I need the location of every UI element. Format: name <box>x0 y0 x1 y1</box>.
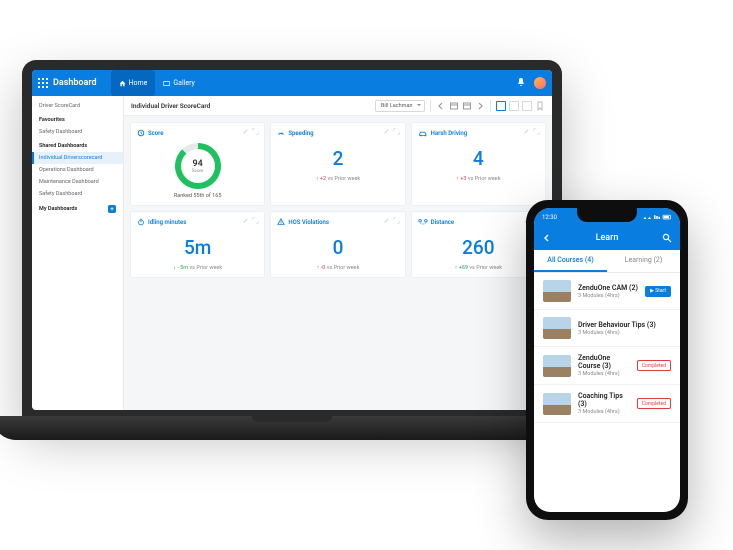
edit-icon[interactable] <box>383 128 390 135</box>
card-score: Score 94Score Ranked 55th of 165 <box>130 122 265 206</box>
course-thumb <box>543 280 571 302</box>
start-badge[interactable]: ▶ Start <box>645 286 671 297</box>
value: 4 <box>418 147 539 170</box>
prev-icon[interactable] <box>436 101 446 111</box>
edit-icon[interactable] <box>523 128 530 135</box>
sidebar-head-favourites[interactable]: Favourites <box>32 112 123 126</box>
expand-card-icon[interactable] <box>393 217 400 224</box>
add-dashboard-icon[interactable]: + <box>108 205 116 213</box>
card-title: Harsh Driving <box>431 130 468 137</box>
delta: ↑ +69 vs Prior week <box>418 265 539 271</box>
sidebar: Driver ScoreCard Favourites Safety Dashb… <box>32 96 124 410</box>
delta: ↑ +2 vs Prior week <box>277 176 398 182</box>
bookmark-icon[interactable] <box>535 101 545 111</box>
tab-home-label: Home <box>129 79 148 87</box>
card-title: Idling minutes <box>148 219 186 226</box>
card-title: Speeding <box>288 130 313 137</box>
phone-time: 12:30 <box>542 214 557 221</box>
delta: ↑ +3 vs Prior week <box>418 176 539 182</box>
sidebar-head-shared[interactable]: Shared Dashboards <box>32 138 123 152</box>
edit-icon[interactable] <box>383 217 390 224</box>
card-title: Distance <box>431 219 455 226</box>
phone-appbar: Learn <box>534 226 680 250</box>
next-icon[interactable] <box>475 101 485 111</box>
sidebar-item-scorecard[interactable]: Driver ScoreCard <box>32 100 123 112</box>
card-title: HOS Violations <box>288 219 329 226</box>
more-icon[interactable] <box>522 101 532 111</box>
breadcrumb-bar: Individual Driver ScoreCard Bill Lachman <box>124 96 552 116</box>
phone-tab-all[interactable]: All Courses (4) <box>534 250 607 272</box>
card-title: Score <box>148 130 164 137</box>
sidebar-item-shared-3[interactable]: Safety Dashboard <box>32 188 123 200</box>
expand-card-icon[interactable] <box>533 128 540 135</box>
driver-select[interactable]: Bill Lachman <box>375 100 425 112</box>
search-icon[interactable] <box>662 233 672 243</box>
laptop-base <box>0 416 592 440</box>
date-icon[interactable] <box>449 101 459 111</box>
phone-status-icons <box>642 214 672 221</box>
phone-tab-learning[interactable]: Learning (2) <box>607 250 680 272</box>
desktop-view-icon[interactable] <box>509 101 519 111</box>
value: 2 <box>277 147 398 170</box>
score-gauge: 94Score <box>175 143 221 189</box>
phone-mockup: 12:30 Learn All Courses (4) Learning (2)… <box>526 200 688 520</box>
list-item[interactable]: Driver Behaviour Tips (3)3 Modules (4hrs… <box>534 310 680 347</box>
sidebar-head-mine[interactable]: My Dashboards+ <box>32 200 123 216</box>
sidebar-item-shared-2[interactable]: Maintenance Dashboard <box>32 176 123 188</box>
card-idling: Idling minutes 5m ↓ - 5m vs Prior week <box>130 211 265 278</box>
value: 0 <box>277 236 398 259</box>
expand-card-icon[interactable] <box>393 128 400 135</box>
course-thumb <box>543 393 571 415</box>
phone-tabs: All Courses (4) Learning (2) <box>534 250 680 273</box>
back-icon[interactable] <box>542 233 552 243</box>
sidebar-item-fav[interactable]: Safety Dashboard <box>32 126 123 138</box>
cards-grid: Score 94Score Ranked 55th of 165 Speedin… <box>124 116 552 410</box>
phone-title: Learn <box>596 233 619 243</box>
bell-icon[interactable] <box>516 77 528 89</box>
card-hos: HOS Violations 0 ↑ -0 vs Prior week <box>270 211 405 278</box>
laptop-mockup: Dashboard Home Gallery Driver ScoreCard … <box>22 60 562 420</box>
list-item[interactable]: ZenduOne CAM (2)3 Modules (4hrs) ▶ Start <box>534 273 680 310</box>
value: 5m <box>137 236 258 259</box>
date2-icon[interactable] <box>462 101 472 111</box>
completed-badge: Completed <box>637 398 671 409</box>
avatar[interactable] <box>534 77 546 89</box>
app-topbar: Dashboard Home Gallery <box>32 70 552 96</box>
score-rank: Ranked 55th of 165 <box>137 193 258 199</box>
expand-card-icon[interactable] <box>252 128 259 135</box>
tab-gallery[interactable]: Gallery <box>155 70 202 96</box>
tab-gallery-label: Gallery <box>173 79 194 87</box>
delta: ↓ - 5m vs Prior week <box>137 265 258 271</box>
phone-list: ZenduOne CAM (2)3 Modules (4hrs) ▶ Start… <box>534 273 680 512</box>
page-title: Individual Driver ScoreCard <box>131 102 210 110</box>
sidebar-item-shared-1[interactable]: Operations Dashboard <box>32 164 123 176</box>
tab-home[interactable]: Home <box>111 70 156 96</box>
card-harsh: Harsh Driving 4 ↑ +3 vs Prior week <box>411 122 546 206</box>
edit-icon[interactable] <box>242 217 249 224</box>
completed-badge: Completed <box>637 360 671 371</box>
list-item[interactable]: Coaching Tips (3)3 Modules (4hrs) Comple… <box>534 385 680 423</box>
app-menu-icon[interactable] <box>38 78 48 88</box>
expand-icon[interactable] <box>496 101 506 111</box>
value: 260 <box>418 236 539 259</box>
list-item[interactable]: ZenduOne Course (3)3 Modules (4hrs) Comp… <box>534 347 680 385</box>
sidebar-item-shared-0[interactable]: Individual Driverscorecard <box>32 152 123 164</box>
course-thumb <box>543 317 571 339</box>
app-title: Dashboard <box>53 78 97 88</box>
edit-icon[interactable] <box>242 128 249 135</box>
delta: ↑ -0 vs Prior week <box>277 265 398 271</box>
card-speeding: Speeding 2 ↑ +2 vs Prior week <box>270 122 405 206</box>
expand-card-icon[interactable] <box>252 217 259 224</box>
course-thumb <box>543 355 571 377</box>
